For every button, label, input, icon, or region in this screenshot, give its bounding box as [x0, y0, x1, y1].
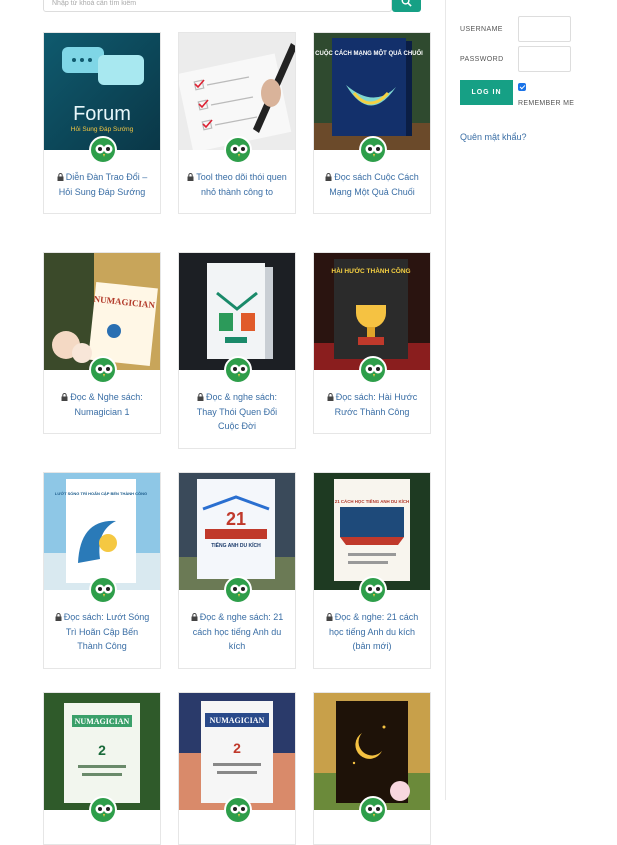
lock-icon [326, 613, 333, 621]
search-input[interactable]: Nhập từ khoá cần tìm kiếm [43, 0, 392, 12]
course-card[interactable]: 21 TIẾNG ANH DU KÍCH Đọc & nghe sách: 21… [178, 472, 296, 669]
owl-badge-icon [359, 576, 387, 604]
owl-badge-icon [89, 576, 117, 604]
lock-icon [61, 393, 68, 401]
book-cover-text: LƯỚT SÓNG TRÌ HOÃN CẬP BẾN THÀNH CÔNG [55, 491, 147, 496]
book-cover-text: CUỘC CÁCH MẠNG MỘT QUẢ CHUỐI [315, 49, 423, 57]
course-card[interactable]: HÀI HƯỚC THÀNH CÔNG Đọc sách: Hài Hước R… [313, 252, 431, 434]
owl-badge-icon [224, 796, 252, 824]
course-card[interactable] [313, 692, 431, 845]
search-button[interactable] [392, 0, 421, 12]
card-thumbnail[interactable]: 21 CÁCH HỌC TIẾNG ANH DU KÍCH [314, 473, 430, 590]
lock-icon [191, 613, 198, 621]
main-content: Nhập từ khoá cần tìm kiếm Forum Hỏi Sung… [0, 0, 445, 845]
lock-icon [327, 393, 334, 401]
card-thumbnail[interactable] [179, 33, 295, 150]
lock-icon [187, 173, 194, 181]
course-card[interactable]: CUỘC CÁCH MẠNG MỘT QUẢ CHUỐI Đọc sách Cu… [313, 32, 431, 214]
owl-badge-icon [224, 136, 252, 164]
card-thumbnail[interactable]: Forum Hỏi Sung Đáp Sướng [44, 33, 160, 150]
book-cover-text: 21 CÁCH HỌC TIẾNG ANH DU KÍCH [335, 499, 409, 504]
svg-text:TIẾNG ANH DU KÍCH: TIẾNG ANH DU KÍCH [211, 541, 261, 549]
course-card[interactable]: Forum Hỏi Sung Đáp Sướng Diễn Đàn Trao Đ… [43, 32, 161, 214]
course-card[interactable]: Đọc & nghe sách: Thay Thói Quen Đổi Cuộc… [178, 252, 296, 449]
forum-cover-text: Forum [73, 103, 131, 125]
course-card[interactable]: 21 CÁCH HỌC TIẾNG ANH DU KÍCH Đọc & nghe… [313, 472, 431, 669]
owl-badge-icon [359, 796, 387, 824]
lock-icon [57, 173, 64, 181]
owl-badge-icon [224, 576, 252, 604]
card-thumbnail[interactable] [314, 693, 430, 810]
card-thumbnail[interactable] [179, 253, 295, 370]
card-thumbnail[interactable]: NUMAGICIAN 2 [44, 693, 160, 810]
forgot-password-link[interactable]: Quên mật khẩu? [460, 132, 527, 142]
book-cover-text: NUMAGICIAN [210, 716, 265, 725]
card-thumbnail[interactable]: 21 TIẾNG ANH DU KÍCH [179, 473, 295, 590]
owl-badge-icon [89, 356, 117, 384]
owl-badge-icon [89, 136, 117, 164]
owl-badge-icon [359, 356, 387, 384]
owl-badge-icon [224, 356, 252, 384]
svg-text:Hỏi Sung Đáp Sướng: Hỏi Sung Đáp Sướng [71, 125, 134, 133]
card-thumbnail[interactable]: HÀI HƯỚC THÀNH CÔNG [314, 253, 430, 370]
book-cover-text: NUMAGICIAN [75, 717, 130, 726]
svg-text:2: 2 [233, 740, 241, 756]
course-card[interactable]: Tool theo dõi thói quen nhỏ thành công t… [178, 32, 296, 214]
course-card[interactable]: LƯỚT SÓNG TRÌ HOÃN CẬP BẾN THÀNH CÔNG Đọ… [43, 472, 161, 669]
course-card[interactable]: NUMAGICIAN 2 [43, 692, 161, 845]
course-card[interactable]: NUMAGICIAN Đọc & Nghe sách: Numagician 1 [43, 252, 161, 434]
book-cover-text: 21 [226, 509, 246, 529]
sidebar-divider [445, 0, 446, 800]
remember-me-checkbox[interactable] [518, 83, 526, 91]
lock-icon [55, 613, 62, 621]
login-button[interactable]: LOG IN [460, 80, 513, 105]
lock-icon [325, 173, 332, 181]
card-thumbnail[interactable]: LƯỚT SÓNG TRÌ HOÃN CẬP BẾN THÀNH CÔNG [44, 473, 160, 590]
card-thumbnail[interactable]: NUMAGICIAN 2 [179, 693, 295, 810]
book-cover-text: HÀI HƯỚC THÀNH CÔNG [331, 266, 410, 275]
password-field[interactable] [518, 46, 571, 72]
username-field[interactable] [518, 16, 571, 42]
course-card[interactable]: NUMAGICIAN 2 [178, 692, 296, 845]
owl-badge-icon [89, 796, 117, 824]
search-icon [401, 0, 412, 7]
lock-icon [197, 393, 204, 401]
username-label: USERNAME [460, 26, 503, 33]
svg-text:2: 2 [98, 742, 106, 758]
owl-badge-icon [359, 136, 387, 164]
card-thumbnail[interactable]: NUMAGICIAN [44, 253, 160, 370]
card-thumbnail[interactable]: CUỘC CÁCH MẠNG MỘT QUẢ CHUỐI [314, 33, 430, 150]
password-label: PASSWORD [460, 56, 504, 63]
remember-me-label: REMEMBER ME [518, 100, 575, 107]
